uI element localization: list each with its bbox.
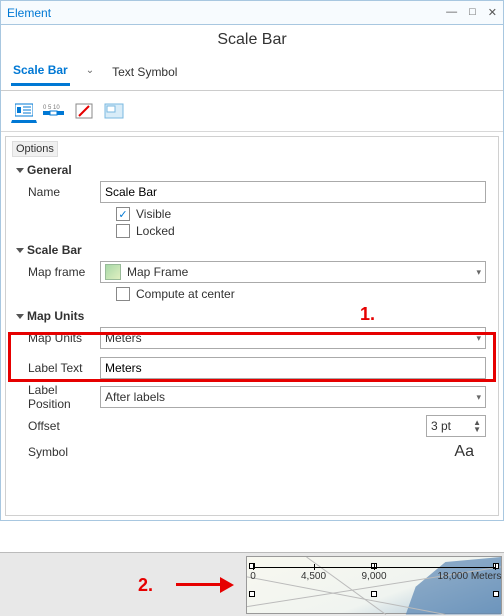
annotation-arrow [176, 583, 220, 586]
element-panel: Element — □ ✕ Scale Bar Scale Bar ⌄ Text… [0, 0, 504, 521]
name-label: Name [12, 185, 100, 199]
tab-text-symbol[interactable]: Text Symbol [110, 61, 179, 85]
options-heading: Options [12, 141, 58, 157]
symbol-label: Symbol [12, 445, 100, 459]
visible-label: Visible [136, 207, 171, 221]
marks-icon[interactable] [71, 99, 97, 123]
map-units-label: Map Units [12, 331, 100, 345]
tab-scale-bar[interactable]: Scale Bar [11, 59, 70, 86]
spinner-icon: ▲▼ [473, 419, 481, 433]
label-text-input[interactable] [100, 357, 486, 379]
svg-text:0 5 10: 0 5 10 [43, 105, 60, 111]
options-container: Options General Name ✓ Visible Locked Sc… [5, 136, 499, 516]
caret-down-icon [16, 168, 24, 173]
titlebar: Element — □ ✕ [1, 1, 503, 25]
locked-label: Locked [136, 224, 175, 238]
label-position-select[interactable]: After labels ▾ [100, 386, 486, 408]
scale-bar-line [253, 567, 495, 568]
close-icon[interactable]: ✕ [488, 6, 497, 19]
annotation-number-1: 1. [360, 304, 375, 325]
chevron-down-icon[interactable]: ⌄ [86, 65, 94, 80]
compute-center-checkbox[interactable] [116, 287, 130, 301]
caret-down-icon [16, 314, 24, 319]
mini-map-preview: 0 4,500 9,000 18,000 Meters [246, 556, 502, 614]
map-frame-label: Map frame [12, 265, 100, 279]
layout-preview-strip: 2. 0 4,500 9, [0, 552, 504, 616]
group-scale-bar[interactable]: Scale Bar [12, 241, 492, 261]
group-general[interactable]: General [12, 161, 492, 181]
map-frame-select[interactable]: Map Frame ▾ [100, 261, 486, 283]
label-text-label: Label Text [12, 361, 100, 375]
offset-label: Offset [12, 419, 100, 433]
label-position-label: Label Position [12, 383, 100, 411]
chevron-down-icon: ▾ [476, 333, 481, 344]
annotation-number-2: 2. [138, 575, 153, 596]
map-frame-icon [105, 264, 121, 280]
properties-icon[interactable] [11, 99, 37, 123]
minimize-icon[interactable]: — [446, 6, 457, 19]
maximize-icon[interactable]: □ [469, 6, 476, 19]
map-units-select[interactable]: Meters ▾ [100, 327, 486, 349]
compute-center-label: Compute at center [136, 287, 235, 301]
chevron-down-icon: ▾ [476, 267, 481, 278]
tool-icon-row: 0 5 10 [1, 91, 503, 132]
name-input[interactable] [100, 181, 486, 203]
tab-strip: Scale Bar ⌄ Text Symbol [1, 59, 503, 91]
scale-bar-labels: 0 4,500 9,000 18,000 Meters [253, 571, 495, 583]
panel-title: Element [7, 6, 446, 20]
caret-down-icon [16, 248, 24, 253]
locked-checkbox[interactable] [116, 224, 130, 238]
visible-checkbox[interactable]: ✓ [116, 207, 130, 221]
panel-heading: Scale Bar [1, 25, 503, 59]
display-icon[interactable] [101, 99, 127, 123]
chevron-down-icon: ▾ [476, 392, 481, 403]
offset-stepper[interactable]: 3 pt ▲▼ [426, 415, 486, 437]
divisions-icon[interactable]: 0 5 10 [41, 99, 67, 123]
scale-bar-element[interactable]: 0 4,500 9,000 18,000 Meters [253, 567, 495, 583]
symbol-button[interactable]: Aa [100, 443, 486, 461]
group-map-units[interactable]: Map Units [12, 307, 492, 327]
